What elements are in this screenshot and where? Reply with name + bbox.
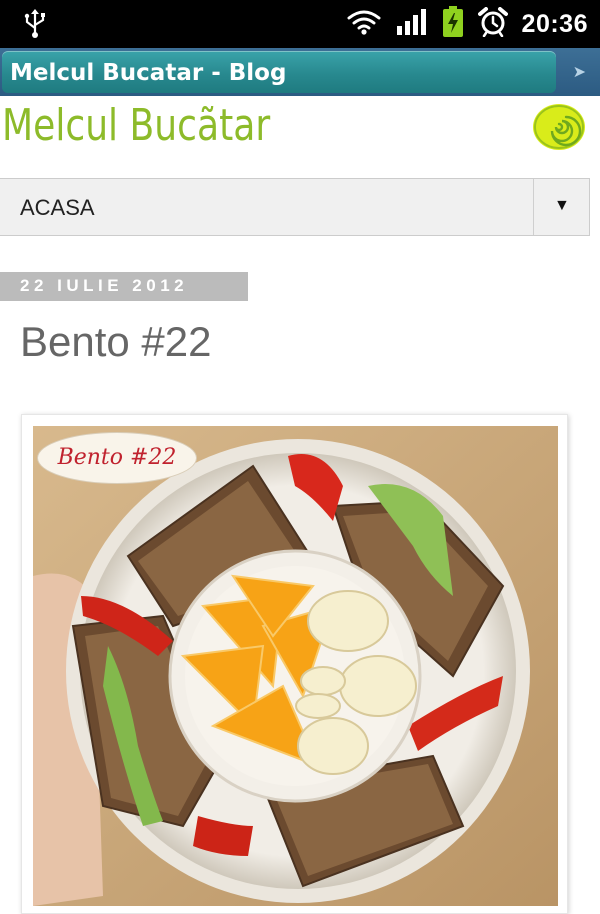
browser-title-bar: Melcul Bucatar - Blog ➤ <box>0 48 600 96</box>
nav-dropdown[interactable]: ACASA ▼ <box>0 178 590 236</box>
snail-logo-icon[interactable] <box>530 100 588 154</box>
url-bar[interactable]: Melcul Bucatar - Blog <box>2 51 556 93</box>
nav-divider <box>533 179 534 235</box>
nav-selected-label: ACASA <box>20 195 95 220</box>
photo-label: Bento #22 <box>37 432 197 484</box>
status-bar: 20:36 <box>0 0 600 48</box>
post-title[interactable]: Bento #22 <box>20 318 212 366</box>
bento-photo[interactable] <box>33 426 558 906</box>
alarm-icon <box>477 6 508 42</box>
chevron-down-icon[interactable]: ▼ <box>554 197 570 215</box>
window-title: Melcul Bucatar - Blog <box>10 60 287 86</box>
signal-icon <box>396 8 428 41</box>
status-clock: 20:36 <box>521 9 588 38</box>
blog-title[interactable]: Melcul Bucãtar <box>2 100 270 151</box>
chevron-right-icon[interactable]: ➤ <box>573 62 586 82</box>
battery-charging-icon <box>442 5 464 43</box>
wifi-icon <box>346 8 382 41</box>
post-date: 22 IULIE 2012 <box>0 272 248 301</box>
usb-icon <box>22 8 48 45</box>
